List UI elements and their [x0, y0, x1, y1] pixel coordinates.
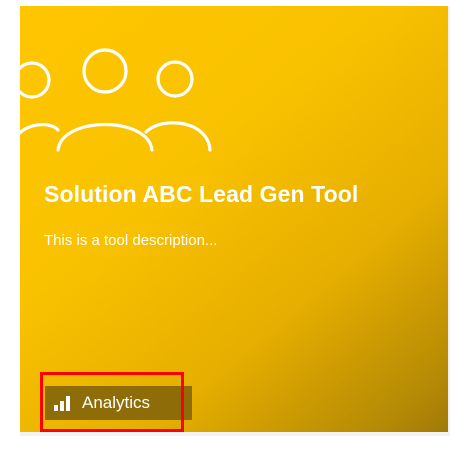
card-title[interactable]: Solution ABC Lead Gen Tool — [44, 181, 434, 208]
people-group-icon — [20, 48, 212, 152]
badge-label: Analytics — [82, 393, 151, 412]
analytics-badge[interactable]: Analytics — [45, 386, 192, 420]
bar-chart-icon — [54, 395, 72, 411]
tool-card[interactable]: Solution ABC Lead Gen Tool This is a too… — [20, 6, 448, 432]
card-description: This is a tool description... — [44, 232, 218, 249]
